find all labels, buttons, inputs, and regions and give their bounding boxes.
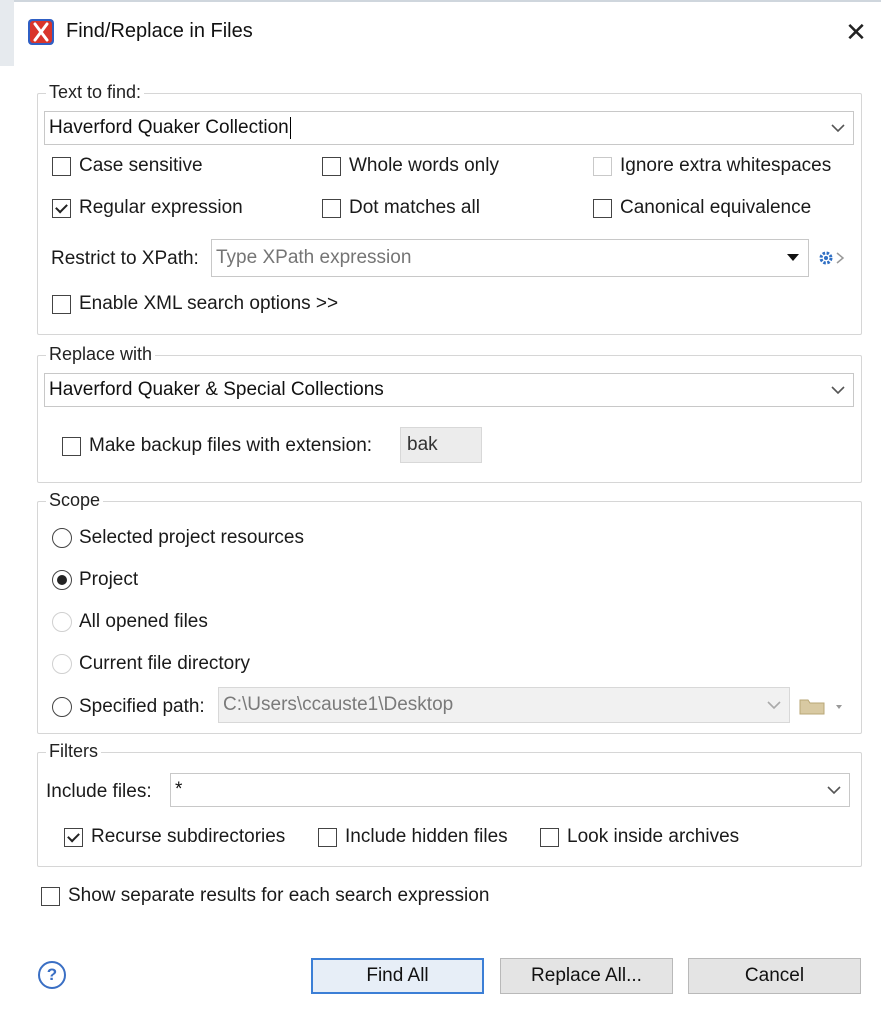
regex-checkbox[interactable]: Regular expression <box>52 197 243 219</box>
backup-extension-field[interactable]: bak <box>400 427 482 463</box>
case-sensitive-box[interactable] <box>52 156 71 176</box>
hidden-files-box[interactable] <box>318 827 337 847</box>
xpath-label: Restrict to XPath: <box>51 248 199 269</box>
dialog-title: Find/Replace in Files <box>66 20 253 42</box>
title-bar-top-line <box>14 0 881 2</box>
scope-project-radio[interactable]: Project <box>52 569 138 591</box>
replace-with-legend: Replace with <box>46 344 156 365</box>
include-files-combo[interactable]: * <box>170 773 850 807</box>
chevron-down-icon[interactable] <box>823 374 853 406</box>
xpath-input[interactable] <box>216 247 778 269</box>
recurse-label: Recurse subdirectories <box>91 826 286 847</box>
scope-legend: Scope <box>46 490 104 511</box>
xml-options-checkbox[interactable]: Enable XML search options >> <box>52 293 338 315</box>
canonical-box[interactable] <box>593 198 612 218</box>
dot-all-checkbox[interactable]: Dot matches all <box>322 197 480 219</box>
archives-box[interactable] <box>540 827 559 847</box>
scope-current-dir-label: Current file directory <box>79 653 251 674</box>
scope-selected-resources-label: Selected project resources <box>79 527 304 548</box>
hidden-files-label: Include hidden files <box>345 826 508 847</box>
find-text-combo[interactable]: Haverford Quaker Collection <box>44 111 854 145</box>
scope-current-dir-radio[interactable]: Current file directory <box>52 653 250 675</box>
cancel-button[interactable]: Cancel <box>688 958 861 994</box>
archives-checkbox[interactable]: Look inside archives <box>540 826 739 848</box>
ignore-whitespace-label: Ignore extra whitespaces <box>620 155 832 176</box>
case-sensitive-label: Case sensitive <box>79 155 203 176</box>
find-text-input[interactable]: Haverford Quaker Collection <box>49 116 823 139</box>
regex-box[interactable] <box>52 198 71 218</box>
backup-checkbox[interactable]: Make backup files with extension: <box>62 435 372 457</box>
canonical-label: Canonical equivalence <box>620 197 812 218</box>
scope-specified-path-label: Specified path: <box>79 696 205 717</box>
find-all-button[interactable]: Find All <box>311 958 484 994</box>
xpath-dropdown-icon[interactable] <box>778 240 808 276</box>
canonical-checkbox[interactable]: Canonical equivalence <box>593 197 811 219</box>
xpath-combo[interactable] <box>211 239 809 277</box>
hidden-files-checkbox[interactable]: Include hidden files <box>318 826 508 848</box>
separate-results-box[interactable] <box>41 886 60 906</box>
title-bar-shade <box>0 0 14 66</box>
dot-all-label: Dot matches all <box>349 197 480 218</box>
xpath-settings-gear-icon[interactable] <box>817 247 847 269</box>
scope-project-label: Project <box>79 569 139 590</box>
ignore-whitespace-checkbox[interactable]: Ignore extra whitespaces <box>593 155 831 177</box>
browse-folder-icon[interactable] <box>798 695 848 717</box>
backup-label: Make backup files with extension: <box>89 435 373 456</box>
close-button[interactable]: ✕ <box>838 14 874 50</box>
case-sensitive-checkbox[interactable]: Case sensitive <box>52 155 203 177</box>
filters-group: Filters <box>37 741 862 867</box>
help-icon[interactable]: ? <box>38 961 66 989</box>
text-to-find-legend: Text to find: <box>46 82 145 103</box>
separate-results-checkbox[interactable]: Show separate results for each search ex… <box>41 885 489 907</box>
scope-all-opened-label: All opened files <box>79 611 208 632</box>
regex-label: Regular expression <box>79 197 243 218</box>
chevron-down-icon[interactable] <box>819 774 849 806</box>
dot-all-box[interactable] <box>322 198 341 218</box>
separate-results-label: Show separate results for each search ex… <box>68 885 490 906</box>
close-icon: ✕ <box>845 16 867 47</box>
replace-text-combo[interactable]: Haverford Quaker & Special Collections <box>44 373 854 407</box>
whole-words-box[interactable] <box>322 156 341 176</box>
whole-words-label: Whole words only <box>349 155 499 176</box>
xml-options-label: Enable XML search options >> <box>79 293 339 314</box>
replace-text-input[interactable]: Haverford Quaker & Special Collections <box>49 379 823 401</box>
specified-path-input[interactable]: C:\Users\ccauste1\Desktop <box>223 694 759 716</box>
scope-selected-resources-circle[interactable] <box>52 528 72 548</box>
whole-words-checkbox[interactable]: Whole words only <box>322 155 499 177</box>
scope-project-circle[interactable] <box>52 570 72 590</box>
recurse-box[interactable] <box>64 827 83 847</box>
text-caret <box>289 116 291 139</box>
find-replace-dialog: Find/Replace in Files ✕ Text to find: Ha… <box>0 0 881 1013</box>
scope-specified-path-circle[interactable] <box>52 697 72 717</box>
title-bar: Find/Replace in Files ✕ <box>0 0 881 66</box>
scope-all-opened-radio[interactable]: All opened files <box>52 611 208 633</box>
ignore-whitespace-box[interactable] <box>593 156 612 176</box>
scope-specified-path-radio[interactable]: Specified path: <box>52 696 205 718</box>
oxygen-app-icon <box>28 19 54 45</box>
scope-current-dir-circle[interactable] <box>52 654 72 674</box>
backup-box[interactable] <box>62 436 81 456</box>
scope-all-opened-circle[interactable] <box>52 612 72 632</box>
chevron-down-icon[interactable] <box>759 688 789 722</box>
scope-selected-resources-radio[interactable]: Selected project resources <box>52 527 304 549</box>
recurse-checkbox[interactable]: Recurse subdirectories <box>64 826 285 848</box>
archives-label: Look inside archives <box>567 826 740 847</box>
include-files-input[interactable]: * <box>175 779 819 801</box>
filters-legend: Filters <box>46 741 101 762</box>
chevron-down-icon[interactable] <box>823 112 853 144</box>
specified-path-combo[interactable]: C:\Users\ccauste1\Desktop <box>218 687 790 723</box>
replace-all-button[interactable]: Replace All... <box>500 958 673 994</box>
xml-options-box[interactable] <box>52 294 71 314</box>
include-files-label: Include files: <box>46 781 152 802</box>
